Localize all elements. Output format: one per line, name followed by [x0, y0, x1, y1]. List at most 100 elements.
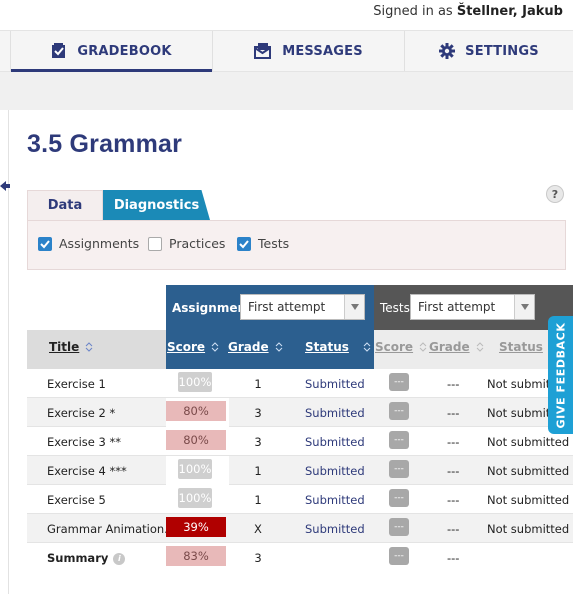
test-status: Not submitted	[487, 435, 570, 449]
header-band	[0, 72, 573, 110]
back-arrow-icon[interactable]	[0, 177, 10, 191]
view-tabs: Data Diagnostics	[27, 190, 210, 220]
row-status[interactable]: Submitted	[305, 464, 365, 478]
test-score-badge: ---	[389, 431, 409, 449]
test-score-badge: ---	[389, 489, 409, 507]
column-title[interactable]: Title	[49, 340, 93, 354]
row-status[interactable]: Submitted	[305, 377, 365, 391]
give-feedback-tab[interactable]: GIVE FEEDBACK	[548, 316, 573, 434]
tests-checkbox[interactable]	[237, 236, 251, 251]
signed-in-label: Signed in as	[373, 4, 453, 19]
assignments-group-header: Assignments First attempt	[166, 285, 374, 330]
score-badge: 100%	[178, 459, 212, 479]
help-icon[interactable]: ?	[546, 185, 564, 203]
summary-test-grade: ---	[447, 551, 460, 565]
score-badge: 100%	[178, 488, 212, 508]
user-name[interactable]: Štellner, Jakub	[457, 4, 563, 19]
tab-gradebook[interactable]: GRADEBOOK	[10, 31, 213, 72]
sort-icon	[363, 342, 371, 352]
sort-icon	[85, 342, 93, 352]
tests-attempt-select[interactable]: First attempt	[410, 294, 535, 320]
table-row[interactable]: Exercise 2 * 80% 3 Submitted --- --- Not…	[27, 398, 573, 427]
row-grade: 1	[254, 464, 262, 478]
filter-tests[interactable]: Tests	[237, 236, 289, 251]
tab-messages-label: MESSAGES	[282, 43, 363, 59]
test-status: Not submitted	[487, 522, 570, 536]
summary-grade: 3	[254, 551, 262, 565]
practices-checkbox[interactable]	[148, 236, 162, 251]
score-badge: 100%	[178, 372, 212, 392]
row-status[interactable]: Submitted	[305, 435, 365, 449]
summary-label: Summary	[47, 551, 109, 565]
column-test-score-label: Score	[375, 340, 414, 354]
column-test-grade[interactable]: Grade	[429, 340, 484, 354]
chevron-down-icon	[344, 295, 364, 319]
filter-tests-label: Tests	[258, 236, 290, 251]
tab-settings-label: SETTINGS	[465, 43, 539, 59]
tab-messages[interactable]: MESSAGES	[213, 31, 405, 71]
row-title[interactable]: Exercise 5	[47, 493, 106, 507]
page-title: 3.5 Grammar	[27, 130, 183, 158]
test-grade: ---	[447, 435, 460, 449]
test-score-badge: ---	[389, 402, 409, 420]
column-test-score[interactable]: Score	[375, 340, 427, 354]
tab-settings[interactable]: SETTINGS	[405, 31, 573, 71]
row-status[interactable]: Submitted	[305, 406, 365, 420]
column-title-label: Title	[49, 340, 80, 354]
test-grade: ---	[447, 377, 460, 391]
test-score-badge: ---	[389, 460, 409, 478]
tab-gradebook-label: GRADEBOOK	[77, 43, 172, 59]
row-title[interactable]: Exercise 2 *	[47, 406, 115, 420]
tests-group-label: Tests	[380, 301, 410, 315]
assignments-checkbox[interactable]	[38, 236, 52, 251]
test-grade: ---	[447, 522, 460, 536]
test-score-badge: ---	[389, 373, 409, 391]
column-test-status-label: Status	[499, 340, 543, 354]
gear-icon	[439, 43, 456, 59]
assignments-attempt-select[interactable]: First attempt	[240, 294, 365, 320]
column-assignment-grade-label: Grade	[228, 340, 269, 354]
gradebook-icon	[51, 43, 67, 59]
chevron-down-icon	[514, 295, 534, 319]
row-status[interactable]: Submitted	[305, 522, 365, 536]
row-grade: 3	[254, 435, 262, 449]
row-grade: 1	[254, 377, 262, 391]
tests-attempt-value: First attempt	[418, 300, 496, 314]
sort-icon	[275, 342, 282, 352]
row-title[interactable]: Grammar Animation...	[47, 522, 175, 536]
sort-icon	[419, 342, 427, 352]
messages-icon	[254, 43, 272, 59]
give-feedback-label: GIVE FEEDBACK	[554, 322, 568, 428]
filter-panel: Assignments Practices Tests	[27, 220, 566, 270]
column-assignment-score[interactable]: Score	[167, 340, 219, 354]
column-assignment-grade[interactable]: Grade	[228, 340, 283, 354]
info-icon[interactable]: i	[113, 552, 126, 565]
row-title[interactable]: Exercise 1	[47, 377, 106, 391]
summary-title: Summary i	[47, 551, 126, 565]
filter-assignments-label: Assignments	[59, 236, 140, 251]
tab-data[interactable]: Data	[27, 190, 103, 220]
tab-diagnostics[interactable]: Diagnostics	[103, 190, 210, 220]
table-row[interactable]: Exercise 5 100% 1 Submitted --- --- Not …	[27, 485, 573, 514]
sort-icon	[211, 342, 219, 352]
signed-in-info: Signed in as Štellner, Jakub	[373, 4, 563, 19]
row-status[interactable]: Submitted	[305, 493, 365, 507]
assignments-attempt-value: First attempt	[248, 300, 326, 314]
row-grade: X	[254, 522, 262, 536]
summary-row: Summary i 83% 3 --- ---	[27, 543, 573, 572]
test-grade: ---	[447, 406, 460, 420]
column-test-status[interactable]: Status	[499, 340, 543, 354]
column-assignment-score-label: Score	[167, 340, 206, 354]
table-row[interactable]: Exercise 3 ** 80% 3 Submitted --- --- No…	[27, 427, 573, 456]
column-assignment-status[interactable]: Status	[305, 340, 371, 354]
test-grade: ---	[447, 493, 460, 507]
table-row[interactable]: Exercise 1 100% 1 Submitted --- --- Not …	[27, 369, 573, 398]
column-test-grade-label: Grade	[429, 340, 470, 354]
row-title[interactable]: Exercise 4 ***	[47, 464, 127, 478]
table-row[interactable]: Exercise 4 *** 100% 1 Submitted --- --- …	[27, 456, 573, 485]
filter-practices[interactable]: Practices	[148, 236, 225, 251]
filter-assignments[interactable]: Assignments	[38, 236, 139, 251]
test-score-badge: ---	[389, 518, 409, 536]
row-title[interactable]: Exercise 3 **	[47, 435, 121, 449]
table-row[interactable]: Grammar Animation... 39% X Submitted ---…	[27, 514, 573, 543]
